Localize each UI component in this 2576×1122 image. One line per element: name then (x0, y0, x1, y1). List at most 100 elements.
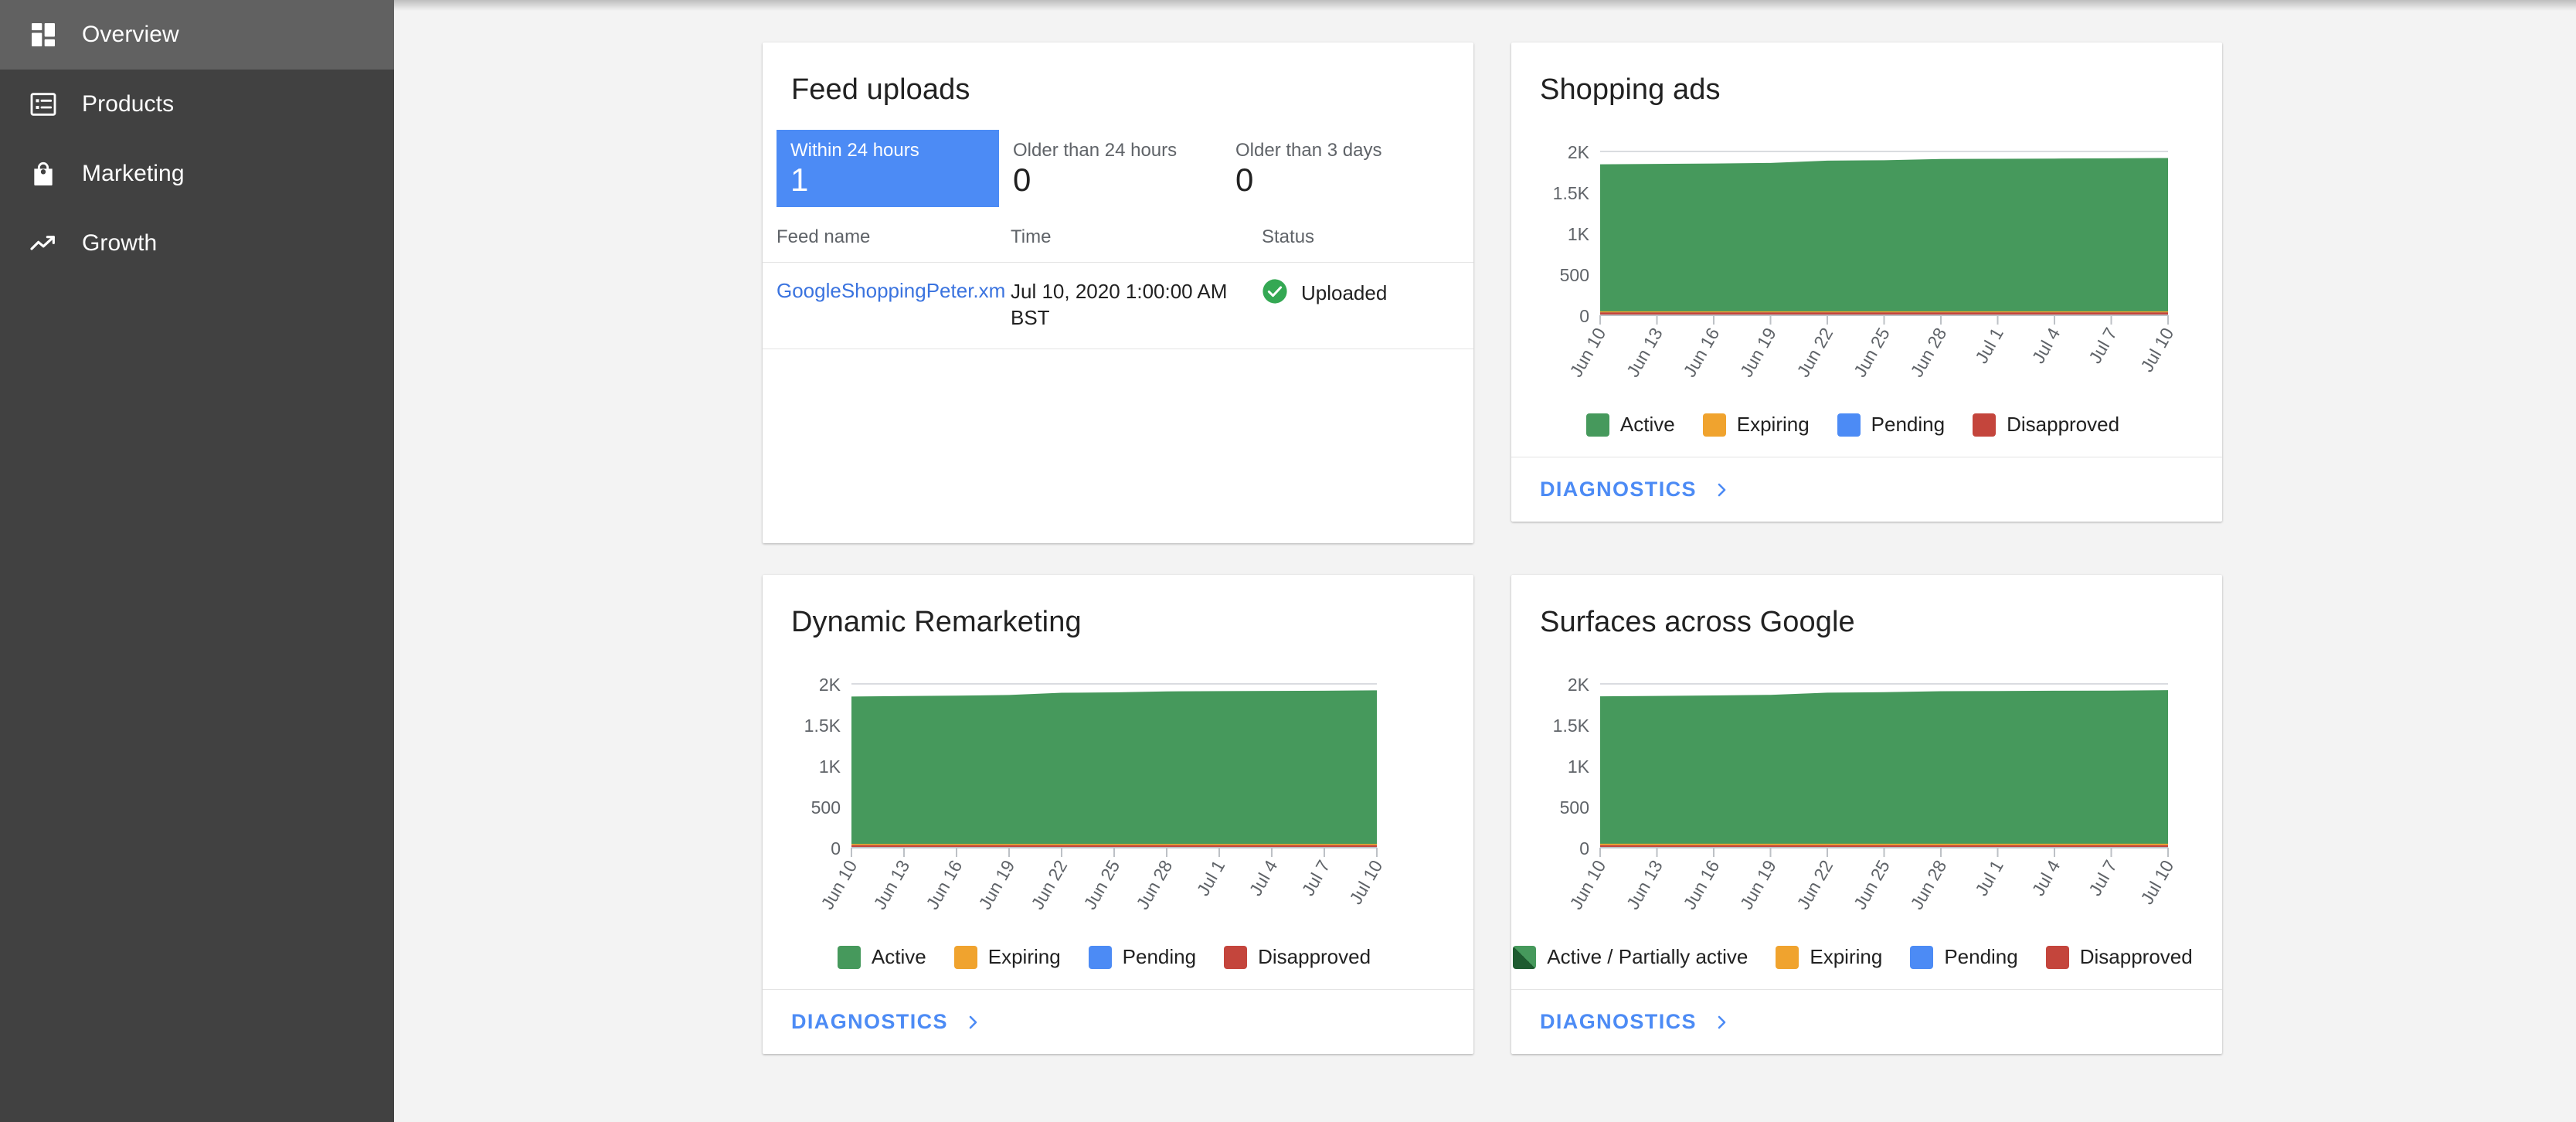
x-axis-tick-label: Jun 28 (1132, 857, 1176, 913)
x-axis-tick-label: Jul 7 (2085, 325, 2121, 367)
check-circle-icon (1262, 278, 1288, 308)
chart-legend: Active / Partially active Expiring Pending… (1511, 945, 2222, 969)
status-badge: Uploaded (1262, 278, 1473, 308)
legend-item[interactable]: Disapproved (1224, 945, 1371, 969)
feed-status-tiles: Within 24 hours 1 Older than 24 hours 0 … (763, 130, 1473, 207)
y-axis-tick-label: 2K (1568, 142, 1590, 162)
y-axis-tick-label: 2K (819, 675, 841, 695)
x-axis-tick-label: Jun 25 (1850, 857, 1894, 913)
trending-up-icon (25, 226, 61, 261)
y-axis-tick-label: 1K (1568, 756, 1590, 777)
tile-label: Within 24 hours (790, 140, 919, 161)
legend-item[interactable]: Expiring (1702, 413, 1810, 437)
feed-name-link[interactable]: GoogleShoppingPeter.xm (777, 279, 1005, 302)
sidebar-item-label: Marketing (82, 161, 185, 186)
sidebar-item-marketing[interactable]: Marketing (0, 139, 394, 209)
sidebar: Overview Products Marketing Growth (0, 0, 394, 1122)
diagnostics-link[interactable]: DIAGNOSTICS (1540, 478, 1731, 502)
chart-legend: Active Expiring Pending Disapproved (1511, 413, 2222, 437)
tile-value: 1 (790, 161, 809, 198)
tile-label: Older than 3 days (1235, 140, 1382, 161)
legend-label: Expiring (1736, 413, 1810, 436)
shopping-ads-chart: 0 500 1K 1.5K 2K Jun 10 Jun 13 Jun 16 Jun 19 Jun … (1511, 130, 2222, 408)
dynamic-remarketing-card: Dynamic Remarketing 0 500 1K 1.5K 2K Jun 10 Ju… (763, 575, 1473, 1054)
chart-legend: Active Expiring Pending Disapproved (763, 945, 1473, 969)
tile-value: 0 (1013, 161, 1031, 198)
x-axis-tick-label: Jul 7 (2085, 857, 2121, 899)
x-axis-tick-label: Jun 16 (922, 857, 966, 913)
legend-swatch-pending (1837, 413, 1861, 437)
y-axis-tick-label: 500 (1560, 797, 1589, 818)
main-content: Feed uploads Within 24 hours 1 Older tha… (394, 0, 2576, 1122)
tile-older-than-3-days[interactable]: Older than 3 days 0 (1222, 130, 1444, 207)
x-axis-tick-label: Jun 16 (1679, 857, 1723, 913)
x-axis-tick-label: Jun 19 (1736, 325, 1780, 381)
list-icon (25, 87, 61, 122)
dashboard-row-2: Dynamic Remarketing 0 500 1K 1.5K 2K Jun 10 Ju… (763, 575, 2223, 1054)
y-axis-tick-label: 0 (1579, 306, 1589, 326)
legend-label: Expiring (1810, 945, 1883, 968)
column-header-feed-name: Feed name (777, 226, 871, 247)
x-axis-tick-label: Jun 28 (1906, 857, 1950, 913)
legend-swatch-disapproved (2045, 945, 2069, 969)
x-axis-tick-label: Jun 13 (1623, 857, 1667, 913)
dashboard-grid: Feed uploads Within 24 hours 1 Older tha… (763, 42, 2223, 1086)
x-axis-tick-label: Jul 10 (2136, 857, 2177, 908)
legend-item[interactable]: Disapproved (2045, 945, 2193, 969)
y-axis-tick-label: 1.5K (804, 716, 841, 736)
card-title: Surfaces across Google (1540, 606, 1855, 638)
diagnostics-link[interactable]: DIAGNOSTICS (791, 1010, 982, 1034)
legend-item[interactable]: Expiring (1776, 945, 1882, 969)
sidebar-item-label: Products (82, 91, 175, 117)
card-title: Shopping ads (1540, 73, 1721, 106)
legend-swatch-active-partially-active (1513, 945, 1537, 969)
sidebar-item-overview[interactable]: Overview (0, 0, 394, 70)
y-axis-tick-label: 1K (819, 756, 841, 777)
legend-item[interactable]: Active (837, 945, 926, 969)
sidebar-item-label: Overview (82, 22, 179, 47)
legend-label: Pending (1122, 945, 1197, 968)
diagnostics-link[interactable]: DIAGNOSTICS (1540, 1010, 1731, 1034)
legend-label: Disapproved (2079, 945, 2193, 968)
surfaces-across-google-card: Surfaces across Google 0 500 1K 1.5K 2K Jun 1… (1511, 575, 2222, 1054)
sidebar-item-growth[interactable]: Growth (0, 209, 394, 278)
legend-item[interactable]: Pending (1837, 413, 1945, 437)
x-axis-tick-label: Jun 19 (1736, 857, 1780, 913)
legend-item[interactable]: Pending (1088, 945, 1197, 969)
series-area-active-partially-active (1600, 690, 2168, 848)
legend-swatch-active (1585, 413, 1609, 437)
card-title: Dynamic Remarketing (791, 606, 1082, 638)
legend-item[interactable]: Disapproved (1973, 413, 2119, 437)
tile-value: 0 (1235, 161, 1254, 198)
series-area-active (1600, 158, 2168, 315)
dynamic-remarketing-chart: 0 500 1K 1.5K 2K Jun 10 Jun 13 Jun 16 Jun 19 Jun … (763, 662, 1473, 940)
table-row[interactable]: GoogleShoppingPeter.xm Jul 10, 2020 1:00… (763, 263, 1473, 349)
chevron-right-icon (1712, 1013, 1731, 1032)
tile-within-24-hours[interactable]: Within 24 hours 1 (777, 130, 999, 207)
x-axis-tick-label: Jul 1 (1193, 857, 1229, 899)
legend-item[interactable]: Expiring (953, 945, 1061, 969)
diagnostics-label: DIAGNOSTICS (791, 1010, 948, 1033)
y-axis-tick-label: 500 (1560, 265, 1589, 285)
x-axis-tick-label: Jun 25 (1079, 857, 1123, 913)
legend-item[interactable]: Active (1585, 413, 1675, 437)
legend-item[interactable]: Pending (1910, 945, 2018, 969)
legend-swatch-pending (1088, 945, 1112, 969)
sidebar-item-products[interactable]: Products (0, 70, 394, 139)
y-axis-tick-label: 0 (831, 838, 841, 858)
chevron-right-icon (963, 1013, 982, 1032)
column-header-status: Status (1262, 226, 1315, 247)
legend-item[interactable]: Active / Partially active (1513, 945, 1748, 969)
legend-swatch-disapproved (1973, 413, 1997, 437)
diagnostics-label: DIAGNOSTICS (1540, 478, 1697, 501)
legend-label: Expiring (987, 945, 1061, 968)
x-axis-tick-label: Jun 22 (1793, 325, 1837, 381)
x-axis-tick-label: Jul 7 (1298, 857, 1334, 899)
x-axis-tick-label: Jun 28 (1906, 325, 1950, 381)
header-shadow (394, 0, 2576, 11)
x-axis-tick-label: Jul 10 (2136, 325, 2177, 376)
tile-older-than-24-hours[interactable]: Older than 24 hours 0 (999, 130, 1222, 207)
app-root: Overview Products Marketing Growth Feed … (0, 0, 2576, 1122)
x-axis-tick-label: Jun 10 (817, 857, 861, 913)
x-axis-tick-label: Jul 4 (2028, 324, 2065, 366)
